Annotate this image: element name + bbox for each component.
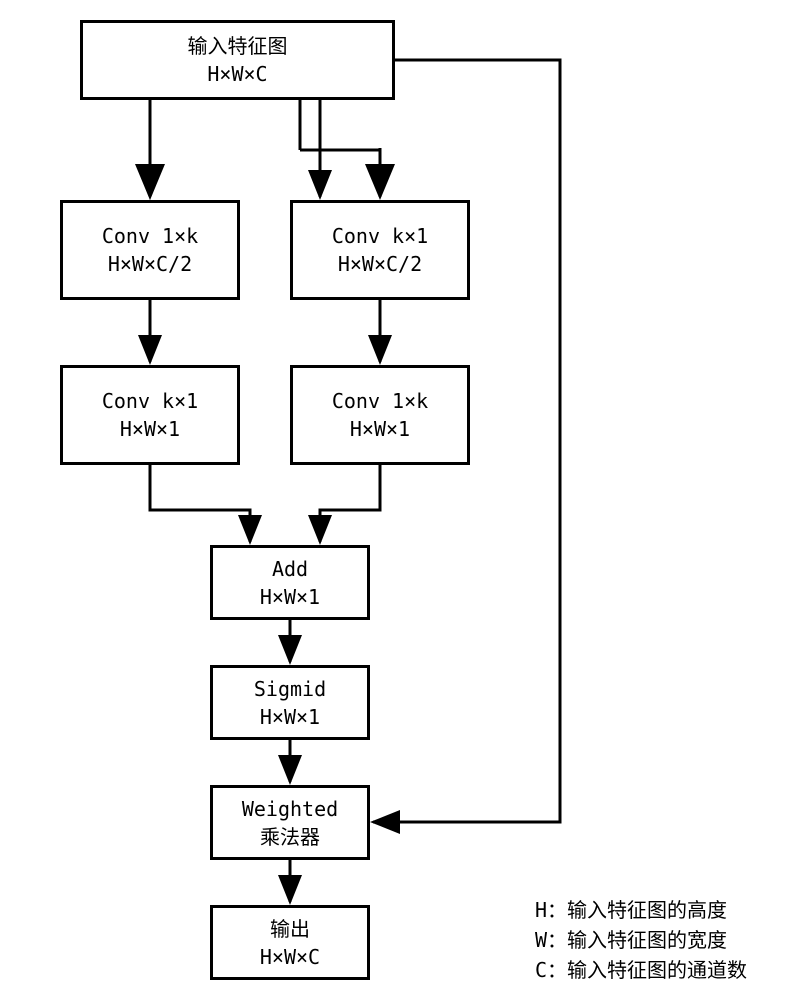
node-conv-right2: Conv 1×k H×W×1	[290, 365, 470, 465]
arrows-layer	[0, 0, 809, 1000]
node-weighted: Weighted 乘法器	[210, 785, 370, 860]
node-conv-left1-dim: H×W×C/2	[108, 250, 192, 278]
node-add-dim: H×W×1	[260, 583, 320, 611]
arrows	[0, 0, 809, 1000]
node-sigmoid: Sigmid H×W×1	[210, 665, 370, 740]
legend-w: W：输入特征图的宽度	[535, 925, 747, 955]
node-add: Add H×W×1	[210, 545, 370, 620]
node-conv-left1: Conv 1×k H×W×C/2	[60, 200, 240, 300]
node-weighted-title: Weighted	[242, 795, 338, 823]
node-conv-right2-title: Conv 1×k	[332, 387, 428, 415]
legend-c: C：输入特征图的通道数	[535, 955, 747, 985]
node-sigmoid-dim: H×W×1	[260, 703, 320, 731]
node-conv-right1-dim: H×W×C/2	[338, 250, 422, 278]
node-conv-left2-title: Conv k×1	[102, 387, 198, 415]
node-add-title: Add	[272, 555, 308, 583]
node-conv-left1-title: Conv 1×k	[102, 222, 198, 250]
arrow-l2-add	[150, 465, 250, 542]
node-conv-left2: Conv k×1 H×W×1	[60, 365, 240, 465]
node-conv-right2-dim: H×W×1	[350, 415, 410, 443]
node-output: 输出 H×W×C	[210, 905, 370, 980]
node-conv-left2-dim: H×W×1	[120, 415, 180, 443]
arrow-r2-add	[320, 465, 380, 542]
node-sigmoid-title: Sigmid	[254, 675, 326, 703]
node-conv-right1: Conv k×1 H×W×C/2	[290, 200, 470, 300]
node-input-dim: H×W×C	[207, 60, 267, 88]
legend-h: H：输入特征图的高度	[535, 895, 747, 925]
node-output-title: 输出	[270, 915, 310, 943]
node-output-dim: H×W×C	[260, 943, 320, 971]
node-conv-right1-title: Conv k×1	[332, 222, 428, 250]
legend: H：输入特征图的高度 W：输入特征图的宽度 C：输入特征图的通道数	[535, 895, 747, 985]
node-input-title: 输入特征图	[188, 32, 288, 60]
node-weighted-dim: 乘法器	[260, 823, 320, 851]
node-input: 输入特征图 H×W×C	[80, 20, 395, 100]
